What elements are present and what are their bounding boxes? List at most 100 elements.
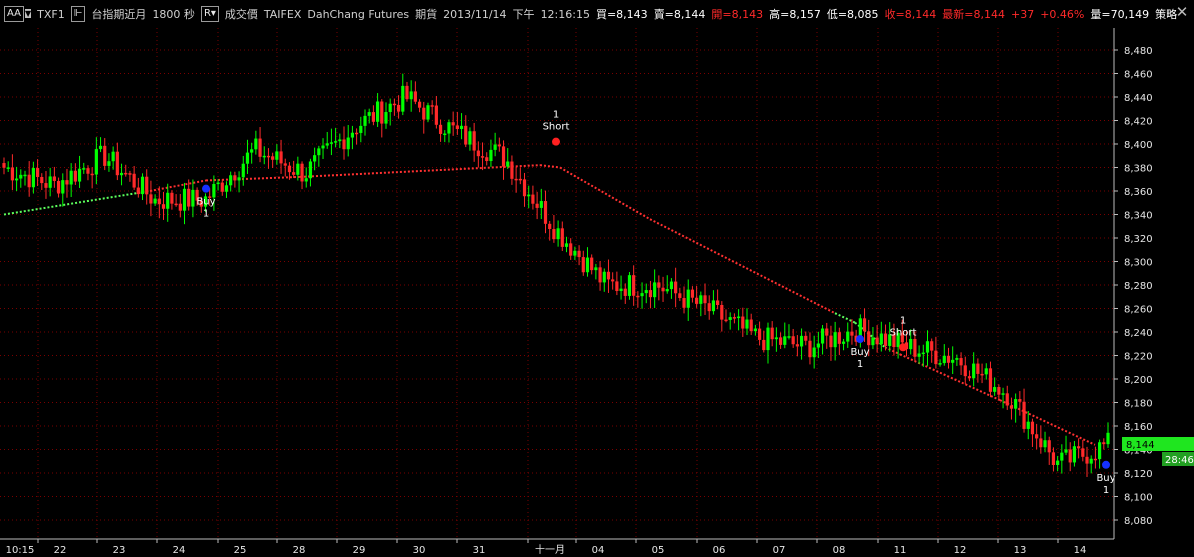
candle-body: [862, 318, 867, 332]
ask-label: 賣=8,144: [653, 8, 706, 21]
chart-type-icon[interactable]: ⊩: [70, 6, 86, 22]
candle-body: [233, 175, 237, 181]
candle-body: [1014, 399, 1018, 409]
candle-body: [619, 288, 623, 291]
candle-body: [686, 289, 690, 308]
candle-body: [787, 336, 791, 338]
interval-label[interactable]: 1800 秒: [152, 6, 195, 22]
date-tick-label: 30: [413, 545, 426, 556]
candle-body: [875, 337, 879, 345]
candle-body: [569, 243, 573, 256]
candle-body: [258, 138, 262, 157]
candle-body: [145, 176, 149, 195]
candle-body: [774, 337, 778, 340]
layout-dropdown[interactable]: AA ▼: [4, 6, 32, 22]
candle-body: [401, 85, 405, 112]
candle-body: [967, 376, 972, 379]
chart-canvas[interactable]: Buy11ShortBuy11ShortBuy1 8,4808,4608,440…: [0, 28, 1194, 557]
candle-body: [459, 125, 464, 130]
trail-segment: [559, 166, 651, 221]
candle-body: [741, 316, 745, 329]
candle-body: [535, 203, 539, 208]
date-tick-label: 23: [113, 545, 126, 556]
date-label: 2013/11/14: [443, 7, 507, 21]
candle-body: [308, 161, 313, 179]
candle-body: [1018, 399, 1022, 402]
candle-body: [594, 267, 598, 271]
candle-body: [292, 172, 296, 175]
candle-body: [543, 201, 548, 224]
candle-body: [61, 180, 65, 194]
candle-body: [539, 201, 543, 208]
candle-body: [338, 139, 342, 142]
price-tick-label: 8,280: [1124, 281, 1153, 292]
price-tick-label: 8,380: [1124, 164, 1153, 175]
candle-body: [636, 295, 640, 298]
candle-body: [119, 172, 124, 176]
candle-body: [1026, 421, 1030, 429]
candle-body: [313, 155, 317, 162]
candle-body: [1043, 440, 1047, 448]
price-type-icon[interactable]: R▾: [200, 6, 219, 22]
close-icon[interactable]: ✕: [1174, 3, 1190, 21]
candle-body: [455, 125, 459, 130]
last-price-tag-label: 8,144: [1126, 440, 1155, 451]
candle-body: [31, 168, 35, 188]
time-label: 12:16:15: [540, 7, 590, 21]
candle-body: [648, 290, 653, 298]
price-axis: 8,480 8,460 8,440 8,420 8,400 8,380 8,360 8,340…: [1113, 28, 1153, 539]
date-tick-label: 24: [173, 545, 186, 556]
candle-body: [972, 363, 976, 379]
candle-body: [615, 281, 619, 291]
date-tick-label: 11: [894, 545, 907, 556]
candle-body: [703, 295, 707, 304]
candle-body: [1106, 432, 1110, 445]
candle-body: [724, 319, 728, 322]
bar-countdown-tag-label: 28:46: [1165, 455, 1194, 466]
candle-body: [266, 155, 271, 158]
exchange-label: TAIFEX: [263, 7, 302, 21]
change-label: +37: [1011, 7, 1035, 21]
candle-body: [124, 172, 128, 175]
short-signal-label: Short: [543, 122, 570, 133]
candle-body: [241, 163, 245, 178]
chevron-down-icon[interactable]: ▼: [24, 9, 32, 18]
symbol-label[interactable]: TXF1: [37, 8, 65, 21]
price-tick-label: 8,160: [1124, 422, 1153, 433]
price-tick-label: 8,460: [1124, 70, 1153, 81]
candle-body: [795, 344, 799, 347]
candle-body: [665, 289, 669, 292]
candle-body: [153, 198, 157, 204]
candle-body: [762, 339, 766, 351]
bid-label: 買=8,143: [595, 8, 648, 21]
candle-body: [1009, 405, 1014, 409]
candle-body: [174, 203, 178, 206]
candle-body: [585, 257, 590, 273]
candle-body: [229, 175, 233, 186]
candle-body: [275, 151, 279, 160]
last-label: 最新=8,144: [942, 8, 1005, 21]
candle-body: [564, 243, 569, 247]
candle-body: [1098, 442, 1102, 460]
candlestick-series: [2, 73, 1110, 477]
candle-body: [548, 223, 552, 230]
candle-body: [602, 271, 606, 283]
candle-body: [707, 303, 711, 312]
price-chart[interactable]: Buy 1 1 Short Buy 1 1 Short Buy 1 8,480 8,460 8,440…: [0, 28, 1194, 557]
candle-body: [623, 288, 627, 296]
candle-body: [52, 176, 56, 181]
candle-body: [720, 305, 724, 320]
candle-body: [997, 387, 1001, 395]
candle-body: [476, 150, 480, 157]
candle-body: [552, 229, 556, 240]
candle-body: [14, 178, 19, 181]
candle-body: [6, 167, 10, 169]
candle-body: [951, 359, 955, 363]
candle-body: [879, 333, 883, 345]
candle-body: [841, 341, 846, 344]
candle-body: [808, 340, 812, 358]
candle-body: [925, 341, 930, 353]
candle-body: [938, 363, 942, 365]
candle-body: [640, 293, 644, 297]
date-tick-label: 13: [1014, 545, 1027, 556]
